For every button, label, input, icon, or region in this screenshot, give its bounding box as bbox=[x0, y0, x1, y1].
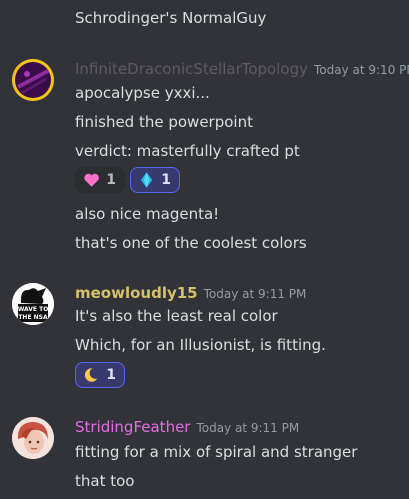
username[interactable]: InfiniteDraconicStellarTopology bbox=[75, 60, 308, 78]
message-text: Which, for an Illusionist, is fitting. bbox=[75, 336, 326, 354]
reaction-count: 1 bbox=[161, 172, 171, 188]
timestamp[interactable]: Today at 9:11 PM bbox=[196, 421, 299, 435]
avatar-text: THE NSA bbox=[18, 314, 48, 321]
message-text: that too bbox=[75, 472, 135, 490]
reaction-crescent-moon[interactable]: 1 bbox=[75, 362, 125, 388]
message-header: StridingFeather Today at 9:11 PM bbox=[75, 417, 299, 438]
avatar[interactable] bbox=[12, 417, 54, 459]
message-header: InfiniteDraconicStellarTopology Today at … bbox=[75, 59, 409, 80]
pink-heart-icon bbox=[84, 173, 99, 187]
message-text: that's one of the coolest colors bbox=[75, 234, 307, 252]
crescent-moon-icon bbox=[84, 367, 101, 382]
reaction-count: 1 bbox=[106, 367, 116, 383]
gem-icon bbox=[140, 172, 153, 188]
username[interactable]: meowloudly15 bbox=[75, 284, 198, 302]
avatar-image bbox=[12, 417, 54, 459]
timestamp[interactable]: Today at 9:10 PM bbox=[314, 63, 409, 77]
message-text: fitting for a mix of spiral and stranger bbox=[75, 443, 358, 461]
avatar[interactable]: WAVE TO THE NSA bbox=[12, 283, 54, 325]
avatar-image: WAVE TO THE NSA bbox=[12, 283, 54, 325]
message-text: finished the powerpoint bbox=[75, 113, 253, 131]
timestamp[interactable]: Today at 9:11 PM bbox=[204, 287, 307, 301]
avatar[interactable] bbox=[12, 59, 54, 101]
message-text: verdict: masterfully crafted pt bbox=[75, 142, 300, 160]
message-text: also nice magenta! bbox=[75, 205, 220, 223]
reaction-count: 1 bbox=[106, 172, 116, 188]
reaction-pink-heart[interactable]: 1 bbox=[75, 167, 125, 193]
reaction-gem[interactable]: 1 bbox=[130, 167, 180, 193]
avatar-image bbox=[12, 59, 54, 101]
message-text: It's also the least real color bbox=[75, 307, 278, 325]
avatar-text: WAVE TO bbox=[18, 306, 49, 313]
message-header: meowloudly15 Today at 9:11 PM bbox=[75, 283, 306, 304]
message-text: apocalypse yxxi... bbox=[75, 84, 210, 102]
message-text: Schrodinger's NormalGuy bbox=[75, 9, 267, 27]
username[interactable]: StridingFeather bbox=[75, 418, 190, 436]
